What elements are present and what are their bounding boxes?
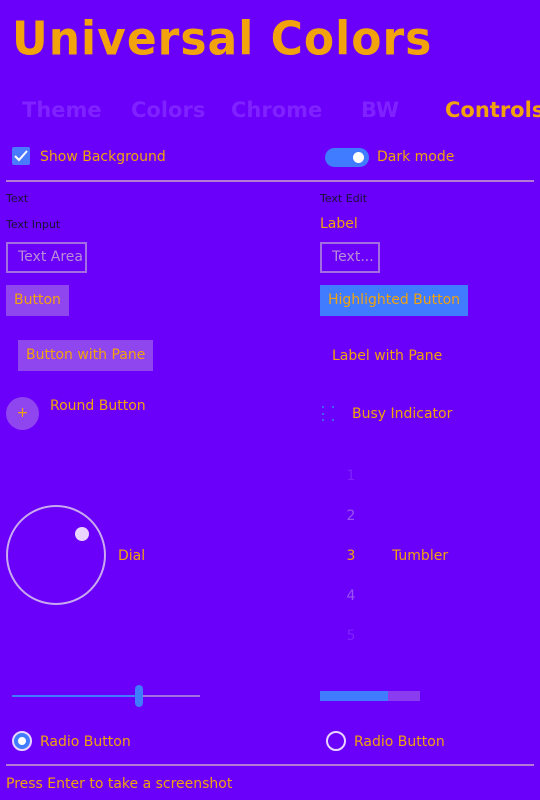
dark-mode-switch[interactable] [325,148,369,167]
show-background-label: Show Background [40,149,166,165]
button[interactable]: Button [6,285,69,316]
label-with-pane: Label with Pane [332,348,443,364]
radio-button-2-label: Radio Button [354,734,445,750]
text-input-label: Text Input [6,218,61,231]
tab-controls[interactable]: Controls [445,98,540,122]
radio-button-1[interactable] [12,731,32,751]
show-background-checkbox[interactable] [12,147,30,165]
round-button[interactable]: + [6,397,39,430]
dial-label: Dial [118,548,146,564]
tab-colors[interactable]: Colors [131,98,205,122]
text-label: Text [6,192,29,205]
tab-chrome[interactable]: Chrome [231,98,322,122]
divider-bottom [6,764,534,766]
tumbler-item[interactable]: 1 [345,468,357,484]
slider-fill [12,695,139,697]
text-area[interactable]: Text Area [6,242,87,273]
radio-button-2[interactable] [326,731,346,751]
progress-bar-fill [320,691,388,701]
busy-indicator [320,405,340,421]
checkmark-icon [14,150,28,162]
dial[interactable] [6,505,106,605]
divider-top [6,180,534,182]
status-text: Press Enter to take a screenshot [6,776,233,792]
button-with-pane[interactable]: Button with Pane [18,340,154,371]
tab-bw[interactable]: BW [361,98,399,122]
busy-indicator-label: Busy Indicator [352,406,453,422]
text-edit-label: Text Edit [320,192,368,205]
tumbler-label: Tumbler [392,548,449,564]
round-button-label: Round Button [50,398,146,414]
highlighted-button[interactable]: Highlighted Button [320,285,469,316]
tumbler-item[interactable]: 4 [345,588,357,604]
text-field[interactable]: Text... [320,242,380,273]
dial-handle[interactable] [75,527,89,541]
radio-button-1-label: Radio Button [40,734,131,750]
tumbler-item-selected[interactable]: 3 [345,548,357,564]
label-label: Label [320,216,358,232]
slider-handle[interactable] [135,685,143,707]
tumbler-item[interactable]: 2 [345,508,357,524]
tumbler-item[interactable]: 5 [345,628,357,644]
dark-mode-label: Dark mode [377,149,455,165]
tab-theme[interactable]: Theme [22,98,102,122]
switch-knob [353,152,364,163]
app-title: Universal Colors [12,12,433,67]
